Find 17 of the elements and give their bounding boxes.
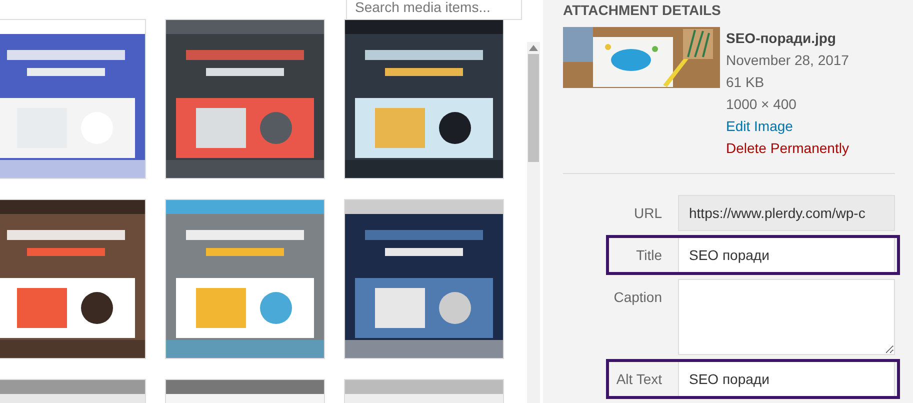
field-label: Title bbox=[635, 246, 662, 263]
scroll-up-icon[interactable] bbox=[529, 45, 538, 51]
panel-heading: ATTACHMENT DETAILS bbox=[563, 2, 722, 18]
field-label: Caption bbox=[612, 288, 662, 305]
upload-date: November 28, 2017 bbox=[726, 51, 849, 70]
search-field[interactable]: Search media items... bbox=[346, 0, 522, 20]
edit-image-link[interactable]: Edit Image bbox=[726, 118, 793, 134]
file-name: SEO-поради.jpg bbox=[726, 29, 837, 48]
field-label: URL bbox=[632, 204, 662, 221]
caption-field[interactable] bbox=[678, 279, 895, 355]
delete-link[interactable]: Delete Permanently bbox=[726, 140, 849, 156]
text-field[interactable]: SEO поради bbox=[678, 361, 895, 397]
file-size: 61 KB bbox=[726, 73, 766, 92]
text-field[interactable]: SEO поради bbox=[678, 237, 895, 273]
image-dimensions: 1000 × 400 bbox=[726, 95, 798, 114]
scrollbar[interactable] bbox=[527, 42, 540, 403]
field-label: Alt Text bbox=[615, 370, 662, 387]
